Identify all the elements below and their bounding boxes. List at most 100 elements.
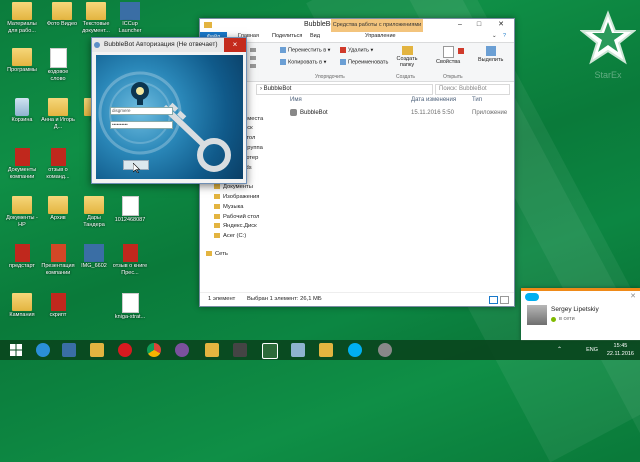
desktop-icon-label: Программы xyxy=(7,67,37,73)
contact-name: Sergey Lipetskiy xyxy=(551,306,599,313)
large-icons-view-icon[interactable] xyxy=(500,296,509,304)
taskbar-docs-icon[interactable] xyxy=(319,343,333,357)
column-type[interactable]: Тип xyxy=(472,97,482,103)
taskbar-notepad-icon[interactable] xyxy=(291,343,305,357)
desktop-icon-label: IMG_6602 xyxy=(81,263,107,269)
explorer-titlebar[interactable]: BubbleBot Средства работы с приложениями… xyxy=(200,19,514,32)
address-bar[interactable]: › BubbleBot xyxy=(256,84,433,95)
desktop-icon[interactable]: Документы компании xyxy=(4,148,40,180)
delete-label: Удалить xyxy=(348,47,369,54)
minimize-button[interactable]: – xyxy=(451,19,469,32)
nav-item[interactable]: Документы xyxy=(200,183,282,193)
desktop-icon[interactable]: скрипт xyxy=(40,293,76,319)
select-layout-button[interactable]: Выделить xyxy=(478,46,503,63)
rename-button[interactable]: Переименовать xyxy=(340,59,388,65)
desktop-icon[interactable]: kniga-strat... xyxy=(112,293,148,321)
tab-manage[interactable]: Управление xyxy=(365,33,396,39)
desktop-icon[interactable]: Материалы для рабо... xyxy=(4,2,40,34)
login-input[interactable]: disgmere xyxy=(110,107,173,115)
nav-item[interactable]: Сеть xyxy=(200,250,282,260)
clock-time: 15:45 xyxy=(613,343,628,349)
taskbar-chrome-icon[interactable] xyxy=(147,343,161,357)
quick-access-folder-icon[interactable] xyxy=(204,22,212,28)
watermark-text: StarEx xyxy=(594,70,622,80)
start-button[interactable] xyxy=(10,344,22,356)
nav-item[interactable]: Рабочий стол xyxy=(200,213,282,223)
desktop-icon[interactable]: отзыв о книге Прес... xyxy=(112,244,148,276)
desktop-icon[interactable]: Презентация компании xyxy=(40,244,76,276)
desktop-icon[interactable]: Анна и Игорь Д... xyxy=(40,98,76,130)
desktop-icon[interactable]: Программы xyxy=(4,48,40,74)
nav-item[interactable]: Яндекс.Диск xyxy=(200,222,282,232)
new-folder-button[interactable]: Создать папку xyxy=(396,46,418,68)
status-bar: 1 элемент Выбран 1 элемент: 26,1 МБ xyxy=(200,292,514,306)
ribbon: Переместить в ▾ Копировать в ▾ Удалить ▾… xyxy=(200,43,514,82)
column-name[interactable]: Имя xyxy=(290,97,302,103)
ribbon-expand-icon[interactable]: ⌄ xyxy=(492,33,497,39)
tab-share[interactable]: Поделиться xyxy=(272,33,302,39)
file-row[interactable]: BubbleBot 15.11.2016 5:50 Приложение xyxy=(284,108,514,118)
desktop-icon[interactable]: Корзина xyxy=(4,98,40,124)
open-actions-icon[interactable] xyxy=(458,48,466,54)
tray-arrow-icon[interactable]: ⌃ xyxy=(557,346,562,354)
language-indicator[interactable]: ENG xyxy=(586,346,598,354)
password-input[interactable]: •••••••••• xyxy=(110,121,173,129)
paste-shortcut-icon[interactable] xyxy=(250,63,258,69)
desktop-icon[interactable]: Кампания xyxy=(4,293,40,319)
desktop-icon-label: кодовое слово xyxy=(47,69,69,82)
cut-icon[interactable] xyxy=(250,47,258,53)
taskbar-files-icon[interactable] xyxy=(205,343,219,357)
notification-close-icon[interactable]: ✕ xyxy=(630,292,636,300)
nav-item[interactable]: Музыка xyxy=(200,203,282,213)
desktop-icon[interactable]: IMG_6602 xyxy=(76,244,112,270)
move-to-label: Переместить в xyxy=(288,47,327,54)
taskbar-skype-icon[interactable] xyxy=(348,343,362,357)
desktop-icon[interactable]: кодовое слово xyxy=(40,48,76,82)
search-placeholder: Поиск: BubbleBot xyxy=(439,86,487,92)
help-icon[interactable]: ? xyxy=(503,33,506,39)
copy-to-label: Копировать в xyxy=(288,59,323,66)
desktop-icon[interactable]: отзыв о команд... xyxy=(40,148,76,180)
taskbar-media-icon[interactable] xyxy=(233,343,247,357)
desktop-icon[interactable]: 1012468087 xyxy=(112,196,148,224)
desktop-icon[interactable]: Архив xyxy=(40,196,76,222)
dialog-close-button[interactable]: × xyxy=(224,38,246,52)
watermark-logo: StarEx xyxy=(579,10,637,96)
dialog-titlebar[interactable]: BubbleBot Авторизация (Не отвечает) × xyxy=(92,38,246,52)
taskbar-settings-icon[interactable] xyxy=(378,343,392,357)
new-folder-icon xyxy=(401,46,413,55)
desktop-icon[interactable]: Дары Тандера xyxy=(76,196,112,228)
nav-folder-icon xyxy=(206,250,212,256)
column-date[interactable]: Дата изменения xyxy=(411,97,456,103)
copy-to-button[interactable]: Копировать в ▾ xyxy=(280,59,326,65)
taskbar-bubblebot-icon[interactable] xyxy=(62,343,76,357)
delete-button[interactable]: Удалить ▾ xyxy=(340,47,373,53)
search-input[interactable]: Поиск: BubbleBot xyxy=(435,84,510,95)
desktop-icon-label: Корзина xyxy=(11,117,33,123)
maximize-button[interactable]: □ xyxy=(470,19,488,32)
desktop-icon[interactable]: Текстовые документ... xyxy=(78,2,114,34)
clock[interactable]: 15:45 22.11.2016 xyxy=(607,342,634,358)
tab-view[interactable]: Вид xyxy=(310,33,320,39)
taskbar-explorer-icon[interactable] xyxy=(90,343,104,357)
desktop-icon[interactable]: предстарт xyxy=(4,244,40,270)
taskbar-viber-icon[interactable] xyxy=(175,343,189,357)
desktop-icon-label: отзыв о команд... xyxy=(46,167,70,180)
nav-item[interactable]: Изображения xyxy=(200,193,282,203)
taskbar-opera-icon[interactable] xyxy=(118,343,132,357)
taskbar-ie-icon[interactable] xyxy=(36,343,50,357)
details-view-icon[interactable] xyxy=(489,296,498,304)
skype-notification[interactable]: ✕ Sergey Lipetskiy в сети xyxy=(521,288,640,341)
close-button[interactable]: ✕ xyxy=(492,19,510,32)
properties-button[interactable]: Свойства xyxy=(436,46,460,65)
desktop-icon[interactable]: ICCup Launcher xyxy=(112,2,148,34)
move-to-button[interactable]: Переместить в ▾ xyxy=(280,47,330,53)
desktop-icon-label: скрипт xyxy=(49,312,67,318)
copy-path-icon[interactable] xyxy=(250,55,258,61)
nav-item[interactable]: Acer (C:) xyxy=(200,232,282,242)
desktop-icon[interactable]: Фото Видео xyxy=(44,2,80,28)
taskbar-camtasia-icon[interactable] xyxy=(262,343,278,359)
rename-label: Переименовать xyxy=(348,59,389,66)
desktop-icon[interactable]: Документы - НР xyxy=(4,196,40,228)
online-status-icon xyxy=(551,317,556,322)
